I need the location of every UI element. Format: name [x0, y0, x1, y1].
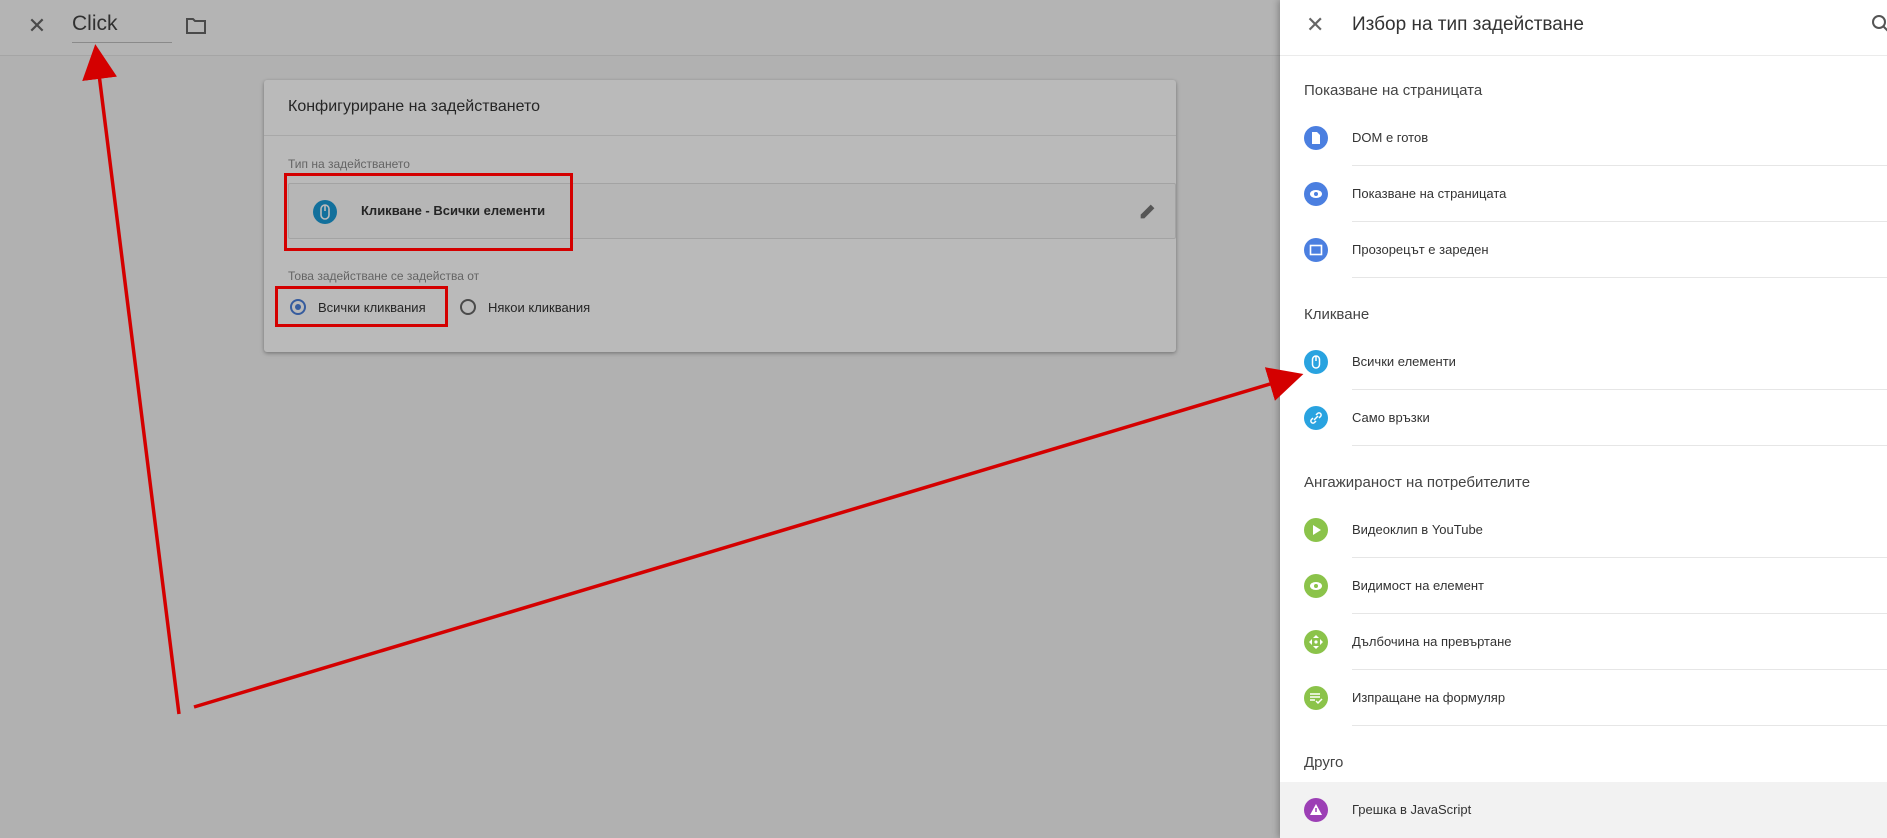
- arrow-to-tag-name: [82, 44, 181, 715]
- arrow-to-all-elements: [193, 367, 1304, 709]
- annotation-arrows: [82, 44, 1304, 715]
